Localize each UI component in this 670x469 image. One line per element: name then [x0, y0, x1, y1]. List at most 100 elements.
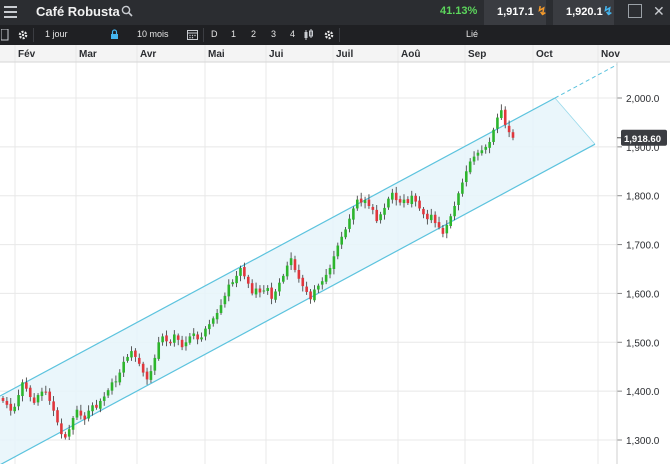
candle-body [28, 387, 32, 398]
candle-body [200, 337, 203, 340]
candle-body [480, 150, 484, 154]
candle-body [503, 109, 507, 125]
period-button-3[interactable]: 3 [271, 29, 276, 39]
price-chart[interactable]: Fév Mar Avr Mai Jui Juil Aoû Sep Oct Nov 2,000.0 1… [0, 45, 670, 466]
buy-button[interactable]: 1,920.1 ↯ [553, 0, 614, 25]
price-label: 1,500.0 [626, 338, 660, 349]
candle-body [402, 199, 406, 204]
candle-body [305, 286, 308, 292]
candle-body [511, 132, 515, 138]
candle-body [266, 288, 270, 291]
candle-body [106, 390, 110, 396]
popout-icon[interactable] [628, 4, 642, 18]
candle-body [44, 391, 48, 393]
lock-icon[interactable] [110, 29, 119, 40]
candle-body [500, 110, 503, 119]
sell-button[interactable]: 1,917.1 ↯ [484, 0, 547, 25]
candle-body [204, 328, 207, 337]
candle-body [5, 400, 9, 405]
candle-body [250, 283, 254, 294]
candle-body [79, 410, 83, 416]
candle-body [309, 291, 312, 300]
link-toggle[interactable]: Lié [466, 29, 478, 39]
candle-body [239, 268, 242, 276]
candle-body [157, 342, 161, 359]
candle-body [410, 195, 414, 205]
candle-body [340, 236, 344, 245]
candle-body [391, 192, 394, 200]
month-label: Juil [336, 49, 353, 60]
candle-body [429, 214, 433, 221]
candle-body [21, 382, 24, 397]
candle-body [211, 318, 215, 324]
candle-body [324, 274, 328, 282]
candle-body [52, 401, 55, 411]
candle-body [262, 290, 266, 292]
period-button-1[interactable]: 1 [231, 29, 236, 39]
candle-body [367, 199, 371, 206]
candle-body [285, 265, 289, 277]
candle-body [383, 207, 386, 215]
candle-body [449, 216, 453, 227]
chart-type-icon[interactable] [303, 28, 315, 41]
instrument-header: Café Robusta 41.13% 1,917.1 ↯ 1,920.1 ↯ … [0, 0, 670, 25]
candle-body [468, 161, 472, 173]
candle-body [461, 182, 464, 194]
price-label: 1,800.0 [626, 192, 660, 203]
candle-body [71, 418, 75, 430]
candlestick-chart[interactable]: Fév Mar Avr Mai Jui Juil Aoû Sep Oct Nov 2,000.0 1… [0, 45, 670, 466]
search-icon[interactable] [121, 5, 133, 17]
candle-body [165, 335, 168, 342]
range-select[interactable]: 10 mois [137, 29, 169, 39]
candle-body [313, 289, 316, 301]
candle-body [352, 208, 355, 220]
month-label: Mai [208, 49, 225, 60]
candle-body [457, 193, 460, 205]
close-icon[interactable]: ✕ [653, 3, 665, 20]
candle-body [63, 434, 67, 438]
period-button-d[interactable]: D [211, 29, 218, 39]
candle-body [274, 291, 277, 300]
sell-price: 1,917.1 [497, 6, 534, 18]
candle-body [301, 277, 305, 287]
candle-body [60, 423, 63, 435]
candle-body [118, 372, 122, 383]
candle-body [180, 339, 184, 348]
candle-body [484, 146, 488, 150]
candle-body [278, 282, 281, 292]
buy-price: 1,920.1 [566, 6, 603, 18]
candle-body [422, 208, 425, 215]
gear-icon[interactable] [17, 29, 29, 41]
interval-select[interactable]: 1 jour [45, 29, 68, 39]
period-button-4[interactable]: 4 [290, 29, 295, 39]
settings-gear-icon[interactable] [323, 29, 335, 41]
candle-body [208, 324, 211, 330]
month-label: Oct [536, 49, 553, 60]
candle-body [169, 341, 172, 344]
lightning-icon: ↯ [603, 4, 614, 18]
grid-icon[interactable] [1, 29, 9, 41]
candle-body [9, 403, 13, 411]
candle-body [246, 276, 250, 284]
menu-icon[interactable] [4, 6, 17, 18]
chart-toolbar: 1 jour 10 mois D 1 2 3 4 Lié [0, 25, 670, 45]
candle-body [492, 129, 495, 142]
candle-body [348, 218, 351, 229]
candle-body [192, 333, 196, 336]
month-label: Aoû [401, 49, 420, 60]
candle-body [336, 245, 340, 257]
candle-body [161, 336, 164, 343]
candle-body [282, 275, 285, 282]
candle-body [476, 152, 480, 156]
calendar-icon[interactable] [187, 29, 199, 41]
candle-body [134, 350, 137, 357]
period-button-2[interactable]: 2 [251, 29, 256, 39]
candle-body [496, 117, 499, 129]
candle-body [40, 391, 44, 397]
current-price-label: 1,918.60 [624, 134, 661, 145]
candle-body [344, 229, 347, 238]
month-label: Sep [468, 49, 486, 60]
candle-body [441, 227, 445, 234]
candle-body [379, 214, 382, 221]
price-label: 1,600.0 [626, 289, 660, 300]
